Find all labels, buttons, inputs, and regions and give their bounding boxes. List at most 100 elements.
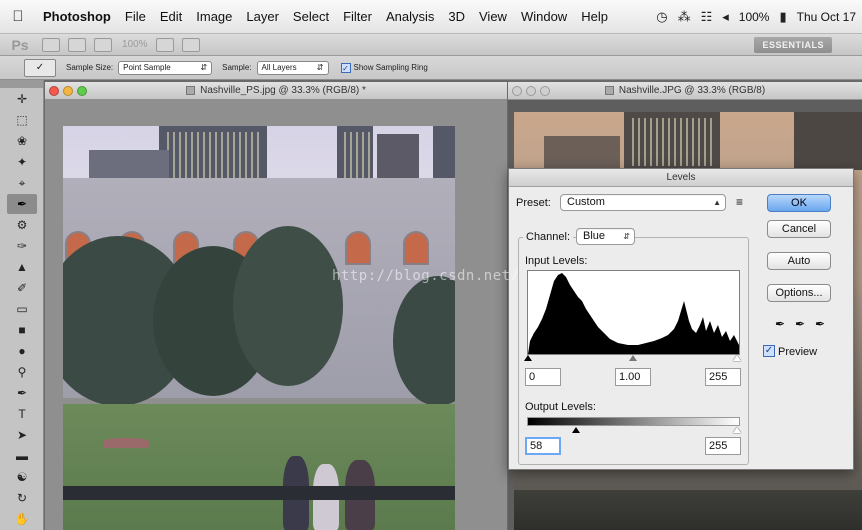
image-canvas[interactable] — [63, 126, 455, 530]
output-black-field[interactable]: 58 — [525, 437, 561, 455]
move-tool-icon[interactable]: ✛ — [7, 89, 37, 109]
minimize-window-button[interactable] — [63, 86, 73, 96]
tower-windows — [163, 132, 261, 182]
wifi-icon[interactable]: ☷ — [701, 9, 713, 25]
screen-mode-button[interactable] — [181, 37, 200, 52]
window-controls — [49, 86, 87, 96]
time-machine-icon[interactable]: ◷ — [656, 9, 667, 25]
menu-window[interactable]: Window — [514, 9, 574, 24]
close-window-button[interactable] — [512, 86, 522, 96]
3d-orbit-tool-icon[interactable]: ↻ — [7, 488, 37, 508]
menu-select[interactable]: Select — [286, 9, 336, 24]
menu-filter[interactable]: Filter — [336, 9, 379, 24]
sample-size-select[interactable]: Point Sample ⇵ — [118, 60, 213, 75]
input-black-slider[interactable] — [524, 355, 532, 361]
menu-file[interactable]: File — [118, 9, 153, 24]
ps-logo: Ps — [11, 36, 29, 53]
menu-help[interactable]: Help — [574, 9, 615, 24]
spot-healing-tool-icon[interactable]: ⚙ — [7, 215, 37, 235]
lasso-tool-icon[interactable]: ❀ — [7, 131, 37, 151]
eyedropper-tool-icon[interactable]: ✒ — [7, 194, 37, 214]
eyedropper-icon: ✓ — [35, 62, 45, 73]
clock[interactable]: Thu Oct 17 — [797, 10, 856, 24]
preset-value: Custom — [567, 196, 605, 208]
sample-size-value: Point Sample — [123, 63, 171, 72]
document-title: Nashville.JPG @ 33.3% (RGB/8) — [618, 85, 766, 96]
apple-icon[interactable]:  — [0, 8, 36, 25]
hand-tool-icon[interactable]: ✋ — [7, 509, 37, 529]
zoom-window-button[interactable] — [77, 86, 87, 96]
close-window-button[interactable] — [49, 86, 59, 96]
view-extras-button[interactable] — [94, 37, 112, 52]
tools-panel-header[interactable] — [0, 80, 43, 88]
show-sampling-ring-label: Show Sampling Ring — [353, 63, 428, 72]
levels-dialog-title[interactable]: Levels — [509, 169, 853, 187]
input-gamma-slider[interactable] — [629, 355, 637, 361]
auto-button[interactable]: Auto — [767, 252, 831, 270]
workspace-essentials-button[interactable]: ESSENTIALS — [754, 37, 832, 53]
show-sampling-ring-checkbox[interactable]: ✓ — [340, 62, 351, 73]
mini-bridge-button[interactable] — [68, 37, 86, 52]
quick-select-tool-icon[interactable]: ✦ — [7, 152, 37, 172]
arrange-documents-button[interactable] — [155, 37, 174, 52]
levels-dialog: Levels Preset: Custom ▲ ≡ OK Cancel Auto… — [508, 168, 854, 470]
sample-select[interactable]: All Layers ⇵ — [256, 60, 329, 75]
output-white-field[interactable]: 255 — [705, 437, 741, 455]
photo-tower — [794, 112, 862, 170]
tower-windows — [628, 118, 714, 166]
input-white-field[interactable]: 255 — [705, 368, 741, 386]
stepper-icon: ▲ — [713, 198, 721, 207]
cancel-button[interactable]: Cancel — [767, 220, 831, 238]
type-tool-icon[interactable]: T — [7, 404, 37, 424]
marquee-tool-icon[interactable]: ⬚ — [7, 110, 37, 130]
document-title-bar[interactable]: Nashville_PS.jpg @ 33.3% (RGB/8) * — [45, 82, 507, 100]
menu-edit[interactable]: Edit — [153, 9, 189, 24]
bridge-button[interactable] — [42, 37, 60, 52]
battery-percent: 100% — [738, 10, 770, 24]
window-controls — [512, 86, 550, 96]
document-title-bar[interactable]: Nashville.JPG @ 33.3% (RGB/8) — [508, 82, 862, 100]
shape-tool-icon[interactable]: ▬ — [7, 446, 37, 466]
3d-rotate-tool-icon[interactable]: ☯ — [7, 467, 37, 487]
blur-tool-icon[interactable]: ● — [7, 341, 37, 361]
photo-arch-window — [403, 231, 429, 265]
menu-photoshop[interactable]: Photoshop — [36, 9, 118, 24]
white-point-eyedropper-icon[interactable]: ✒ — [815, 317, 825, 331]
output-white-slider[interactable] — [733, 427, 741, 433]
photo-chairs — [63, 486, 455, 500]
minimize-window-button[interactable] — [526, 86, 536, 96]
volume-icon[interactable]: ◂ — [722, 9, 729, 25]
tool-preset-picker[interactable]: ✓ — [24, 58, 56, 77]
menu-analysis[interactable]: Analysis — [379, 9, 441, 24]
brush-tool-icon[interactable]: ✑ — [7, 236, 37, 256]
options-button[interactable]: Options... — [767, 284, 831, 302]
zoom-level-select[interactable]: 100% — [122, 39, 148, 50]
menu-view[interactable]: View — [472, 9, 514, 24]
menu-layer[interactable]: Layer — [239, 9, 286, 24]
bluetooth-icon[interactable]: ⁂ — [678, 9, 691, 25]
input-gamma-field[interactable]: 1.00 — [615, 368, 651, 386]
path-selection-tool-icon[interactable]: ➤ — [7, 425, 37, 445]
battery-icon[interactable]: ▮ — [779, 9, 786, 25]
ok-button[interactable]: OK — [767, 194, 831, 212]
input-black-field[interactable]: 0 — [525, 368, 561, 386]
gradient-tool-icon[interactable]: ■ — [7, 320, 37, 340]
zoom-window-button[interactable] — [540, 86, 550, 96]
dodge-tool-icon[interactable]: ⚲ — [7, 362, 37, 382]
pen-tool-icon[interactable]: ✒ — [7, 383, 37, 403]
menu-image[interactable]: Image — [189, 9, 239, 24]
output-black-slider[interactable] — [572, 427, 580, 433]
gray-point-eyedropper-icon[interactable]: ✒ — [795, 317, 805, 331]
preset-options-icon[interactable]: ≡ — [736, 195, 743, 209]
document-title: Nashville_PS.jpg @ 33.3% (RGB/8) * — [200, 85, 366, 96]
crop-tool-icon[interactable]: ⌖ — [7, 173, 37, 193]
menu-3d[interactable]: 3D — [441, 9, 472, 24]
clone-stamp-tool-icon[interactable]: ▲ — [7, 257, 37, 277]
input-white-slider[interactable] — [733, 355, 741, 361]
channel-select[interactable]: Blue ⇵ — [576, 228, 635, 245]
preview-checkbox[interactable]: ✓ — [763, 345, 775, 357]
black-point-eyedropper-icon[interactable]: ✒ — [775, 317, 785, 331]
history-brush-tool-icon[interactable]: ✐ — [7, 278, 37, 298]
preset-select[interactable]: Custom ▲ — [560, 194, 726, 211]
eraser-tool-icon[interactable]: ▭ — [7, 299, 37, 319]
